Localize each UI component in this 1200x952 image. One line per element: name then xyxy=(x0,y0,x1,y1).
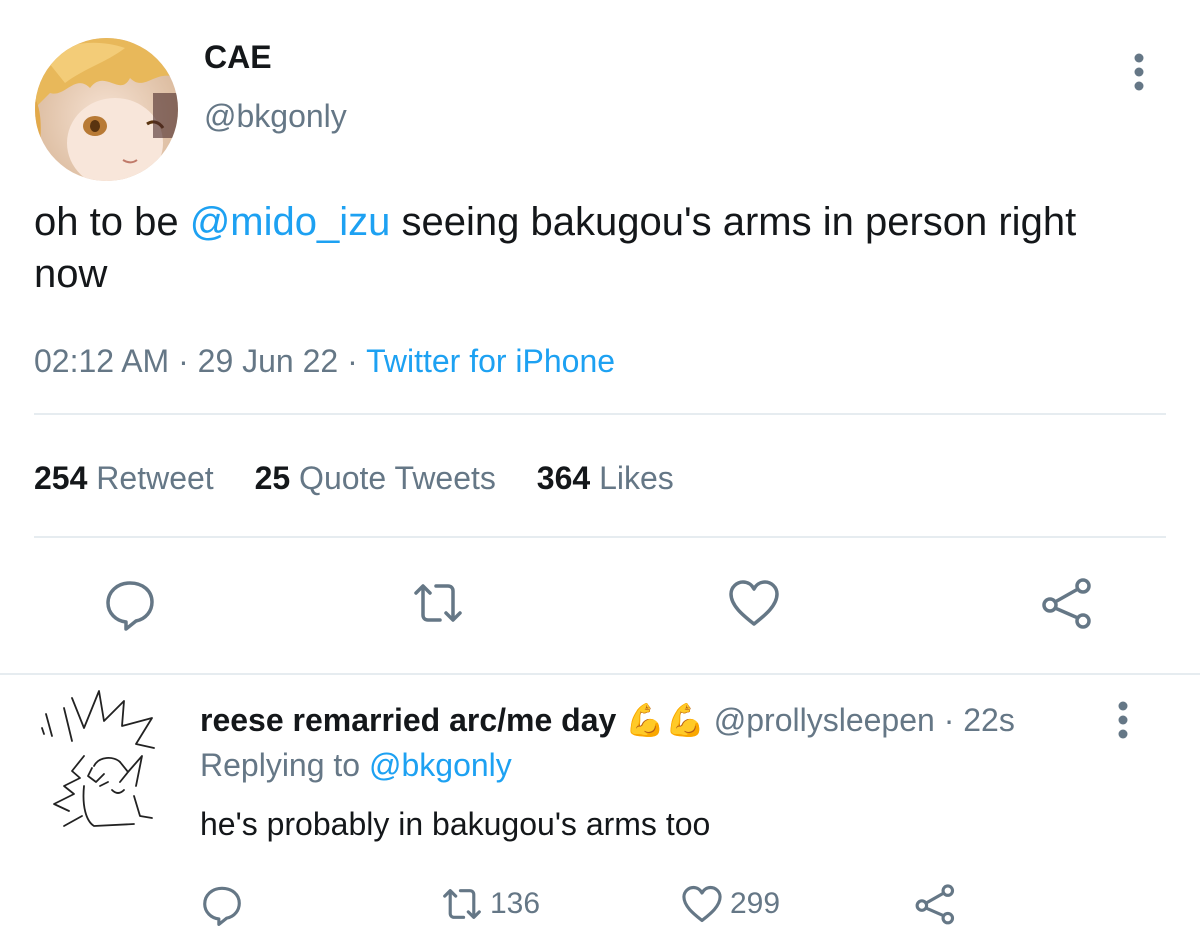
retweets-stat[interactable]: 254 Retweet xyxy=(34,460,214,496)
replying-to-mention-link[interactable]: @bkgonly xyxy=(369,747,512,783)
retweets-label: Retweet xyxy=(96,460,214,496)
author-display-name[interactable]: CAE xyxy=(204,38,272,76)
quotes-stat[interactable]: 25 Quote Tweets xyxy=(255,460,496,496)
share-icon[interactable] xyxy=(1040,575,1096,631)
more-options-icon[interactable] xyxy=(1126,52,1152,92)
replying-to: Replying to @bkgonly xyxy=(200,745,512,785)
meta-separator: · xyxy=(934,702,964,738)
reply-handle[interactable]: @prollysleepen xyxy=(714,702,935,738)
quotes-label: Quote Tweets xyxy=(299,460,496,496)
tweet-source-link[interactable]: Twitter for iPhone xyxy=(366,343,615,379)
reply-retweet-button[interactable]: 136 xyxy=(440,882,540,926)
tweet-mention-link[interactable]: @mido_izu xyxy=(190,200,391,244)
tweet-time[interactable]: 02:12 AM xyxy=(34,343,169,379)
author-handle[interactable]: @bkgonly xyxy=(204,97,347,135)
reply-reply-button[interactable] xyxy=(200,882,244,926)
reply-more-options-icon[interactable] xyxy=(1110,700,1136,740)
tweet-stats: 254 Retweet 25 Quote Tweets 364 Likes xyxy=(34,458,706,498)
reply-time-ago[interactable]: 22s xyxy=(963,702,1015,738)
meta-separator: · xyxy=(338,343,367,379)
likes-stat[interactable]: 364 Likes xyxy=(537,460,674,496)
reply-share-button[interactable] xyxy=(914,882,958,926)
reply-like-count: 299 xyxy=(730,887,781,920)
reply-header: reese remarried arc/me day 💪💪 @prollysle… xyxy=(200,700,1015,740)
retweet-icon[interactable] xyxy=(410,575,466,631)
reply-icon[interactable] xyxy=(102,575,158,631)
replying-to-label: Replying to xyxy=(200,747,369,783)
like-heart-icon[interactable] xyxy=(726,575,782,631)
like-heart-icon xyxy=(682,885,722,923)
share-icon xyxy=(915,884,955,925)
likes-count: 364 xyxy=(536,460,591,496)
retweets-count: 254 xyxy=(34,460,88,496)
tweet-text: oh to be @mido_izu seeing bakugou's arms… xyxy=(34,196,1154,300)
meta-separator: · xyxy=(169,343,198,379)
flexed-biceps-emoji: 💪💪 xyxy=(625,702,705,738)
tweet-date[interactable]: 29 Jun 22 xyxy=(198,343,339,379)
reply-author-avatar[interactable] xyxy=(24,686,168,834)
retweet-icon xyxy=(443,889,481,919)
reply-retweet-count: 136 xyxy=(490,887,541,920)
tweet-text-part: oh to be xyxy=(34,200,190,244)
reply-display-name[interactable]: reese remarried arc/me day xyxy=(200,702,616,738)
reply-like-button[interactable]: 299 xyxy=(680,882,780,926)
likes-label: Likes xyxy=(599,460,674,496)
quotes-count: 25 xyxy=(254,460,291,496)
divider xyxy=(34,413,1166,415)
divider xyxy=(34,536,1166,538)
reply-text: he's probably in bakugou's arms too xyxy=(200,806,711,842)
author-avatar[interactable] xyxy=(35,38,178,181)
reply-icon xyxy=(203,886,241,926)
tweet-metadata: 02:12 AM · 29 Jun 22 · Twitter for iPhon… xyxy=(34,341,615,381)
divider xyxy=(0,673,1200,675)
